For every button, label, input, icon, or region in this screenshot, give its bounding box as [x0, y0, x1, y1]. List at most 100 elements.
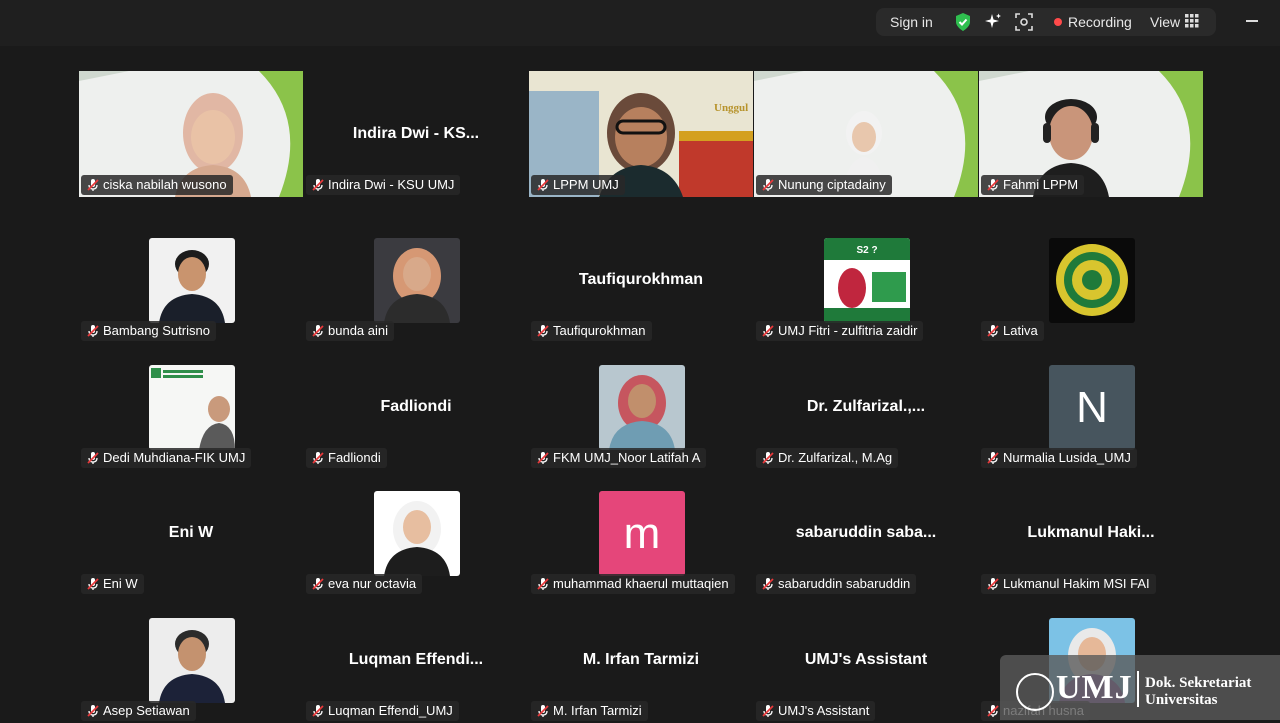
participant-name: Fadliondi: [328, 450, 381, 465]
participant-display-name: Eni W: [168, 524, 214, 541]
participant-name: UMJ Fitri - zulfitria zaidir: [778, 323, 918, 338]
mic-muted-icon: [536, 577, 550, 591]
participant-tile[interactable]: Fahmi LPPM: [979, 71, 1203, 197]
participant-display-name: UMJ's Assistant: [804, 651, 928, 668]
participant-display-name: M. Irfan Tarmizi: [582, 651, 700, 668]
participant-tile[interactable]: Nunung ciptadainy: [754, 71, 978, 197]
participant-name-label: Eni W: [81, 574, 144, 594]
participant-tile[interactable]: Luqman Effendi... Luqman Effendi_UMJ: [304, 597, 528, 723]
participant-name: Taufiqurokhman: [553, 323, 646, 338]
participant-tile[interactable]: Taufiqurokhman Taufiqurokhman: [529, 217, 753, 343]
participant-name-label: bunda aini: [306, 321, 394, 341]
participant-name-label: Nurmalia Lusida_UMJ: [981, 448, 1137, 468]
participant-name: Dr. Zulfarizal., M.Ag: [778, 450, 893, 465]
participant-name: eva nur octavia: [328, 576, 417, 591]
participant-name-label: Nunung ciptadainy: [756, 175, 892, 195]
watermark-divider: [1137, 671, 1139, 707]
participant-tile[interactable]: Unggul LPPM UMJ: [529, 71, 753, 197]
mic-muted-icon: [761, 178, 775, 192]
participant-name: Nurmalia Lusida_UMJ: [1003, 450, 1131, 465]
participant-name-label: Lativa: [981, 321, 1044, 341]
umj-seal-icon: [1016, 673, 1054, 711]
participant-tile[interactable]: bunda aini: [304, 217, 528, 343]
participant-name-label: Fadliondi: [306, 448, 387, 468]
participant-name: Lativa: [1003, 323, 1038, 338]
participant-avatar: [149, 238, 235, 323]
grid-view-icon[interactable]: [1185, 14, 1199, 28]
participant-name: Eni W: [103, 576, 138, 591]
participant-name-label: M. Irfan Tarmizi: [531, 701, 648, 721]
sign-in-button[interactable]: Sign in: [890, 8, 933, 36]
watermark-line-2: Universitas: [1145, 692, 1218, 708]
watermark-line-1: Dok. Sekretariat: [1145, 675, 1252, 691]
mic-muted-icon: [536, 324, 550, 338]
mic-muted-icon: [311, 178, 325, 192]
participant-tile[interactable]: Eni W Eni W: [79, 470, 303, 596]
participant-tile[interactable]: Indira Dwi - KS... Indira Dwi - KSU UMJ: [304, 71, 528, 197]
recording-indicator[interactable]: Recording: [1054, 8, 1132, 36]
mic-muted-icon: [311, 451, 325, 465]
participant-tile[interactable]: Lukmanul Haki... Lukmanul Hakim MSI FAI: [979, 470, 1203, 596]
mic-muted-icon: [311, 577, 325, 591]
mic-muted-icon: [86, 577, 100, 591]
participant-name-label: Indira Dwi - KSU UMJ: [306, 175, 461, 195]
participant-initial-avatar: N: [1049, 365, 1135, 450]
participant-name: Dedi Muhdiana-FIK UMJ: [103, 450, 246, 465]
mic-muted-icon: [986, 178, 1000, 192]
view-button[interactable]: View: [1150, 8, 1180, 36]
mic-muted-icon: [761, 577, 775, 591]
participant-tile[interactable]: FKM UMJ_Noor Latifah A: [529, 344, 753, 470]
screen-focus-icon[interactable]: [1014, 12, 1034, 32]
mic-muted-icon: [86, 451, 100, 465]
participant-name-label: Luqman Effendi_UMJ: [306, 701, 459, 721]
participant-name-label: Asep Setiawan: [81, 701, 196, 721]
participant-name: sabaruddin sabaruddin: [778, 576, 911, 591]
sparkle-icon[interactable]: [983, 12, 1003, 32]
participant-name-label: Fahmi LPPM: [981, 175, 1085, 195]
participant-tile[interactable]: S2 ? UMJ Fitri - zulfitria zaidir: [754, 217, 978, 343]
participant-name: FKM UMJ_Noor Latifah A: [553, 450, 701, 465]
gallery-view: ciska nabilah wusono Indira Dwi - KS... In…: [0, 46, 1280, 723]
participant-name-label: muhammad khaerul muttaqien: [531, 574, 735, 594]
shield-check-icon[interactable]: [953, 12, 973, 32]
participant-avatar: [149, 365, 235, 450]
mic-muted-icon: [986, 451, 1000, 465]
participant-name-label: Bambang Sutrisno: [81, 321, 216, 341]
participant-tile[interactable]: N Nurmalia Lusida_UMJ: [979, 344, 1203, 470]
participant-tile[interactable]: ciska nabilah wusono: [79, 71, 303, 197]
mic-muted-icon: [761, 451, 775, 465]
mic-muted-icon: [986, 704, 1000, 718]
mic-muted-icon: [86, 324, 100, 338]
participant-tile[interactable]: m muhammad khaerul muttaqien: [529, 470, 753, 596]
participant-tile[interactable]: Asep Setiawan: [79, 597, 303, 723]
participant-avatar: [374, 238, 460, 323]
mic-muted-icon: [86, 178, 100, 192]
participant-name-label: FKM UMJ_Noor Latifah A: [531, 448, 707, 468]
participant-name: muhammad khaerul muttaqien: [553, 576, 729, 591]
participant-display-name: Dr. Zulfarizal.,...: [806, 398, 926, 415]
participant-tile[interactable]: Fadliondi Fadliondi: [304, 344, 528, 470]
mic-muted-icon: [311, 324, 325, 338]
participant-tile[interactable]: UMJ's Assistant UMJ's Assistant: [754, 597, 978, 723]
record-dot-icon: [1054, 18, 1062, 26]
participant-tile[interactable]: Dr. Zulfarizal.,... Dr. Zulfarizal., M.Ag: [754, 344, 978, 470]
participant-tile[interactable]: Lativa: [979, 217, 1203, 343]
participant-name-label: eva nur octavia: [306, 574, 423, 594]
participant-name-label: UMJ's Assistant: [756, 701, 876, 721]
minimize-icon[interactable]: [1246, 20, 1258, 22]
svg-text:S2 ?: S2 ?: [856, 245, 877, 256]
participant-tile[interactable]: sabaruddin saba... sabaruddin sabaruddin: [754, 470, 978, 596]
participant-tile[interactable]: eva nur octavia: [304, 470, 528, 596]
participant-name: Lukmanul Hakim MSI FAI: [1003, 576, 1150, 591]
participant-tile[interactable]: Bambang Sutrisno: [79, 217, 303, 343]
watermark: UMJ Dok. Sekretariat Universitas: [1000, 655, 1280, 720]
participant-name: Nunung ciptadainy: [778, 177, 886, 192]
mic-muted-icon: [761, 704, 775, 718]
participant-name-label: LPPM UMJ: [531, 175, 625, 195]
mic-muted-icon: [311, 704, 325, 718]
watermark-logo: UMJ: [1056, 669, 1133, 706]
participant-tile[interactable]: Dedi Muhdiana-FIK UMJ: [79, 344, 303, 470]
participant-tile[interactable]: M. Irfan Tarmizi M. Irfan Tarmizi: [529, 597, 753, 723]
participant-avatar: [374, 491, 460, 576]
mic-muted-icon: [536, 451, 550, 465]
